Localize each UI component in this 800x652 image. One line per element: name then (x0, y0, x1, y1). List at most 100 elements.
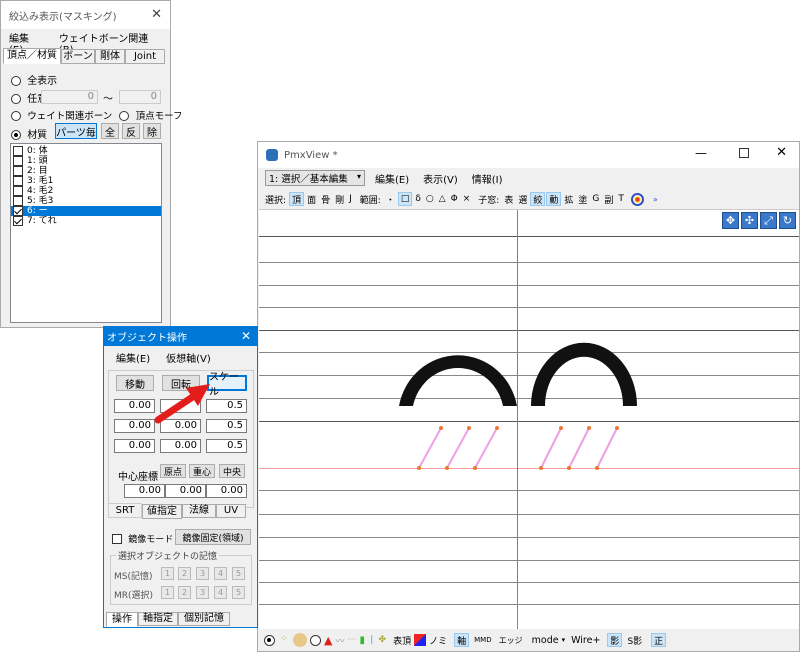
move-z-field[interactable]: 0.00 (114, 439, 155, 453)
any-to-field[interactable]: 0 (119, 90, 161, 104)
material-checkbox[interactable] (13, 166, 23, 176)
green-bone-icon[interactable]: ▮ (359, 635, 365, 646)
tb-child-table[interactable]: 表 (502, 192, 515, 206)
nav-move-icon[interactable]: ✥ (722, 212, 739, 229)
radio-any[interactable] (11, 94, 21, 104)
ms-slot-4[interactable]: 4 (214, 567, 227, 580)
radio-view-icon[interactable] (264, 634, 275, 646)
remove-button[interactable]: 除 (143, 123, 161, 139)
radio-weight-bone[interactable] (11, 111, 21, 121)
color-swatch-icon[interactable] (414, 634, 427, 646)
ms-slot-5[interactable]: 5 (232, 567, 245, 580)
mr-slot-1[interactable]: 1 (161, 586, 174, 599)
tb-child-mask[interactable]: 絞 (530, 192, 546, 206)
red-triangle-icon[interactable]: ▲ (324, 634, 332, 647)
invert-button[interactable]: 反 (122, 123, 140, 139)
mr-slot-2[interactable]: 2 (178, 586, 191, 599)
ms-slot-2[interactable]: 2 (178, 567, 191, 580)
tb-child-t[interactable]: T (616, 192, 626, 206)
move-button[interactable]: 移動 (116, 375, 154, 391)
bt-sshadow-button[interactable]: S影 (625, 633, 644, 647)
bt-front-button[interactable]: 正 (651, 633, 667, 647)
tb-child-paint[interactable]: 塗 (576, 192, 589, 206)
tb-select-vertex[interactable]: 頂 (289, 192, 305, 206)
mr-slot-3[interactable]: 3 (196, 586, 209, 599)
material-checkbox[interactable] (13, 186, 23, 196)
ms-slot-1[interactable]: 1 (161, 567, 174, 580)
nav-zoom-icon[interactable]: ⤢ (760, 212, 777, 229)
material-list[interactable]: 0: 体 1: 頭 2: 目 3: 毛1 4: 毛2 5: 毛3 6: ー 7:… (10, 143, 162, 323)
ms-slot-3[interactable]: 3 (196, 567, 209, 580)
material-checkbox[interactable] (13, 216, 23, 226)
rotate-z-field[interactable]: 0.00 (160, 439, 201, 453)
tab-individual-memory[interactable]: 個別記憶 (178, 612, 230, 626)
close-icon[interactable]: ✕ (241, 329, 251, 343)
tab-rigid-body[interactable]: 剛体 (95, 49, 125, 64)
tab-srt[interactable]: SRT (108, 503, 142, 518)
center-z-field[interactable]: 0.00 (206, 484, 247, 498)
tab-joint[interactable]: Joint (125, 49, 165, 64)
tb-child-expand[interactable]: 拡 (562, 192, 575, 206)
joint-icon[interactable]: ✤ (379, 635, 387, 645)
tab-normal[interactable]: 法線 (182, 504, 216, 518)
mirror-mode-row[interactable]: 鏡像モード (112, 532, 173, 545)
close-icon[interactable]: ✕ (776, 145, 787, 160)
bt-shadow-button[interactable]: 影 (607, 633, 623, 647)
overflow-icon[interactable]: » (653, 195, 658, 204)
tab-axis[interactable]: 軸指定 (138, 612, 178, 626)
menu-edit[interactable]: 編集(E) (375, 171, 409, 186)
menu-virtual-axis[interactable]: 仮想軸(V) (158, 350, 219, 365)
center-x-field[interactable]: 0.00 (124, 484, 165, 498)
tb-range-point[interactable]: ・ (384, 192, 397, 206)
material-checkbox[interactable] (13, 146, 23, 156)
tb-range-x[interactable]: × (461, 192, 473, 206)
tb-select-bone[interactable]: 骨 (319, 192, 332, 206)
center-y-field[interactable]: 0.00 (165, 484, 206, 498)
crosshair-icon[interactable] (630, 192, 644, 206)
material-checkbox[interactable] (13, 156, 23, 166)
bt-vertex-text[interactable]: 表頂 (393, 634, 411, 647)
move-y-field[interactable]: 0.00 (114, 419, 155, 433)
material-item-7[interactable]: 7: てれ (11, 216, 161, 226)
tb-select-face[interactable]: 面 (305, 192, 318, 206)
tb-child-select[interactable]: 選 (516, 192, 529, 206)
middle-button[interactable]: 中央 (219, 464, 245, 478)
material-item-2[interactable]: 2: 目 (11, 166, 161, 176)
material-checkbox[interactable] (13, 176, 23, 186)
bt-mode-text[interactable]: mode (532, 635, 559, 646)
tb-range-delta[interactable]: δ (413, 192, 423, 206)
minimize-icon[interactable]: — (695, 146, 707, 160)
bt-axis-button[interactable]: 軸 (454, 633, 470, 647)
radio-all[interactable] (11, 76, 21, 86)
bt-edge-button[interactable]: エッジ (497, 633, 525, 647)
nav-pan-icon[interactable]: ✣ (741, 212, 758, 229)
radio-vertex-morph[interactable] (119, 111, 130, 121)
mirror-fixed-button[interactable]: 鏡像固定(領域) (175, 529, 251, 545)
material-item-1[interactable]: 1: 頭 (11, 156, 161, 166)
menu-edit[interactable]: 編集(E) (108, 350, 158, 365)
tab-uv[interactable]: UV (216, 504, 246, 518)
wire-icon[interactable] (310, 634, 321, 646)
opt-all-row[interactable]: 全表示 (11, 72, 57, 87)
tb-select-joint[interactable]: J (347, 192, 354, 206)
mode-dropdown-icon[interactable]: ▾ (562, 636, 566, 644)
bt-nomi-text[interactable]: ノミ (429, 634, 447, 647)
bt-wire-text[interactable]: Wire+ (571, 635, 600, 646)
maximize-icon[interactable] (739, 148, 749, 158)
tab-value[interactable]: 値指定 (142, 504, 182, 519)
cyan-rigid-icon[interactable]: ❘ (368, 635, 376, 645)
radio-material[interactable] (11, 130, 21, 140)
tb-range-triangle[interactable]: △ (437, 192, 448, 206)
nav-rotate-icon[interactable]: ↻ (779, 212, 796, 229)
mirror-mode-checkbox[interactable] (112, 534, 122, 544)
dotted-icon[interactable]: ⋯ (347, 635, 356, 645)
tb-child-sub[interactable]: 副 (602, 192, 615, 206)
tab-bone[interactable]: ボーン (61, 49, 95, 64)
parts-button[interactable]: パーツ毎 (55, 123, 97, 139)
material-item-6[interactable]: 6: ー (11, 206, 161, 216)
menu-view[interactable]: 表示(V) (423, 171, 458, 186)
vertex-icon[interactable]: ⁘ (278, 634, 290, 646)
origin-button[interactable]: 原点 (160, 464, 186, 478)
menu-edit[interactable]: 編集(E) (1, 30, 51, 56)
menu-weight-bone[interactable]: ウェイトボーン関連(B) (51, 30, 170, 56)
